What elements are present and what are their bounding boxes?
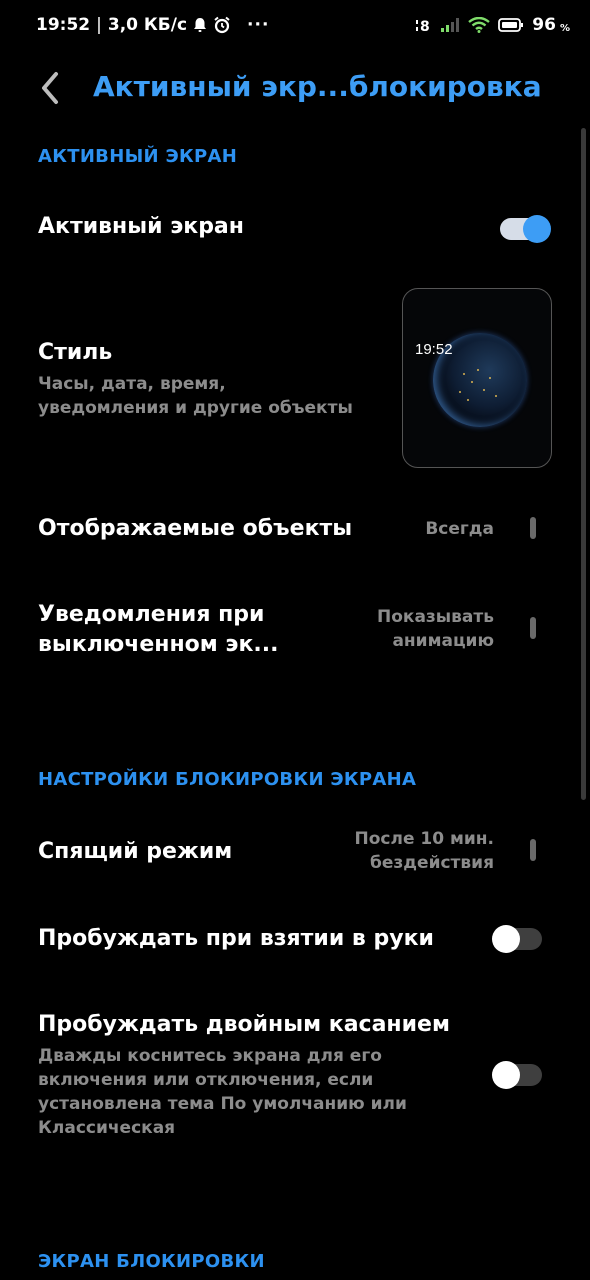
style-preview-thumbnail[interactable]: 19:52 <box>402 288 552 468</box>
setting-value: Всегда <box>425 519 494 539</box>
setting-wake-on-pickup[interactable]: Пробуждать при взятии в руки <box>0 912 590 968</box>
section-title-lock-settings: НАСТРОЙКИ БЛОКИРОВКИ ЭКРАНА <box>38 769 417 790</box>
page-title: Активный экр...блокировка <box>93 70 542 103</box>
notification-bell-icon <box>193 17 207 33</box>
setting-subtitle-line: уведомления и другие объекты <box>38 398 353 418</box>
setting-subtitle-line: Дважды коснитесь экрана для его <box>38 1046 382 1066</box>
setting-value-line: После 10 мин. <box>354 829 494 849</box>
setting-title: Спящий режим <box>38 839 233 864</box>
setting-displayed-objects[interactable]: Отображаемые объекты Всегда <box>0 500 590 560</box>
back-button[interactable] <box>32 68 68 108</box>
setting-subtitle-line: установлена тема По умолчанию или <box>38 1094 407 1114</box>
status-separator: | <box>96 15 102 35</box>
status-network-speed: 3,0 КБ/с <box>107 15 188 35</box>
setting-value-line: Показывать <box>377 607 494 627</box>
setting-title: Активный экран <box>38 214 244 239</box>
status-bar-left: 19:52 | 3,0 КБ/с ··· <box>36 15 269 35</box>
setting-title: Пробуждать двойным касанием <box>38 1012 450 1037</box>
setting-title-line: Уведомления при <box>38 602 265 627</box>
battery-icon <box>498 17 524 33</box>
wake-on-pickup-toggle[interactable] <box>492 925 542 953</box>
setting-notifications-screen-off[interactable]: Уведомления при выключенном эк... Показы… <box>0 596 590 666</box>
chevron-right-icon <box>530 517 536 539</box>
setting-value-line: анимацию <box>392 631 494 651</box>
setting-title: Отображаемые объекты <box>38 516 353 541</box>
setting-sleep[interactable]: Спящий режим После 10 мин. бездействия <box>0 822 590 888</box>
back-arrow-icon <box>42 72 58 104</box>
toggle-knob <box>523 215 551 243</box>
active-screen-toggle[interactable] <box>500 215 551 243</box>
toggle-knob <box>492 925 520 953</box>
battery-percent-sign: % <box>559 22 570 34</box>
toggle-knob <box>492 1061 520 1089</box>
setting-wake-double-tap[interactable]: Пробуждать двойным касанием Дважды косни… <box>0 1010 590 1146</box>
section-title-active-screen: АКТИВНЫЙ ЭКРАН <box>38 146 238 167</box>
chevron-right-icon <box>530 617 536 639</box>
setting-subtitle-line: Классическая <box>38 1118 176 1138</box>
wake-double-tap-toggle[interactable] <box>492 1061 542 1089</box>
alarm-clock-icon <box>213 16 231 34</box>
signal-strength-icon <box>440 17 460 33</box>
header: Активный экр...блокировка <box>0 60 590 120</box>
setting-title-line: выключенном эк... <box>38 632 279 657</box>
status-bar-right: 8 96 % <box>416 15 570 35</box>
status-time: 19:52 <box>36 15 91 35</box>
status-bar: 19:52 | 3,0 КБ/с ··· 8 96 % <box>0 0 590 52</box>
sim-icon: 8 <box>416 16 432 34</box>
preview-clock: 19:52 <box>415 341 453 358</box>
setting-subtitle-line: Часы, дата, время, <box>38 374 226 394</box>
more-notifications-icon: ··· <box>247 15 270 35</box>
section-title-lock-screen: ЭКРАН БЛОКИРОВКИ <box>38 1251 265 1272</box>
svg-text:8: 8 <box>420 19 430 34</box>
setting-title: Пробуждать при взятии в руки <box>38 926 434 951</box>
setting-active-screen[interactable]: Активный экран <box>0 196 590 262</box>
setting-title: Стиль <box>38 340 113 365</box>
setting-style[interactable]: Стиль Часы, дата, время, уведомления и д… <box>0 286 590 470</box>
setting-value-line: бездействия <box>370 853 494 873</box>
wifi-icon <box>468 17 491 33</box>
chevron-right-icon <box>530 839 536 861</box>
battery-percent: 96 <box>532 15 556 35</box>
setting-subtitle-line: включения или отключения, если <box>38 1070 374 1090</box>
